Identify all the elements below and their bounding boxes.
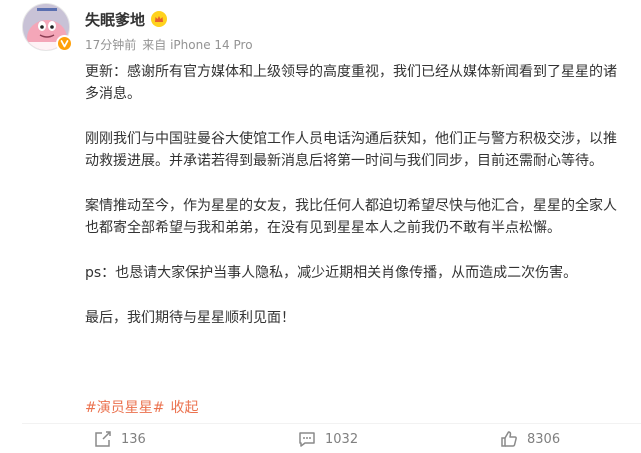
vip-crown-icon[interactable] [151,11,168,27]
repost-count: 136 [121,431,146,447]
action-bar: 136 1032 8306 [0,428,641,452]
paragraph-4: ps：也恳请大家保护当事人隐私，减少近期相关肖像传播，从而造成二次伤害。 [85,265,578,281]
paragraph-2: 刚刚我们与中国驻曼谷大使馆工作人员电话沟通后获知，他们正与警方积极交涉，以推动救… [85,131,617,169]
comment-bubble-icon [299,432,315,447]
post-content: 更新：感谢所有官方媒体和上级领导的高度重视，我们已经从媒体新闻看到了星星的诸多消… [85,61,625,352]
like-button[interactable]: 8306 [500,428,560,450]
like-count: 8306 [527,431,561,447]
divider [22,423,641,424]
avatar[interactable] [22,3,73,52]
tag-row: #演员星星# 收起 [85,398,198,418]
paragraph-3: 案情推动至今，作为星星的女友，我比任何人都迫切希望尽快与他汇合，星星的全家人也都… [85,198,617,236]
paragraph-1: 更新：感谢所有官方媒体和上级领导的高度重视，我们已经从媒体新闻看到了星星的诸多消… [85,64,617,102]
weibo-post: 失眠爹地 17分钟前 来自 iPhone 14 Pro 更新：感谢所有官方媒体和… [0,0,641,453]
username[interactable]: 失眠爹地 [85,9,145,30]
paragraph-5: 最后，我们期待与星星顺利见面！ [85,310,295,326]
repost-button[interactable]: 136 [94,428,146,450]
thumbs-up-icon [501,431,517,447]
share-arrow-icon [95,431,111,447]
name-row: 失眠爹地 [85,8,168,30]
hashtag-link[interactable]: #演员星星# [85,398,164,418]
post-time[interactable]: 17分钟前 [85,36,136,53]
post-source: 来自 iPhone 14 Pro [142,38,253,52]
collapse-link[interactable]: 收起 [170,398,198,418]
comment-button[interactable]: 1032 [298,428,358,450]
comment-count: 1032 [325,431,359,447]
post-meta: 17分钟前 来自 iPhone 14 Pro [85,36,253,53]
verified-v-icon [56,35,73,52]
